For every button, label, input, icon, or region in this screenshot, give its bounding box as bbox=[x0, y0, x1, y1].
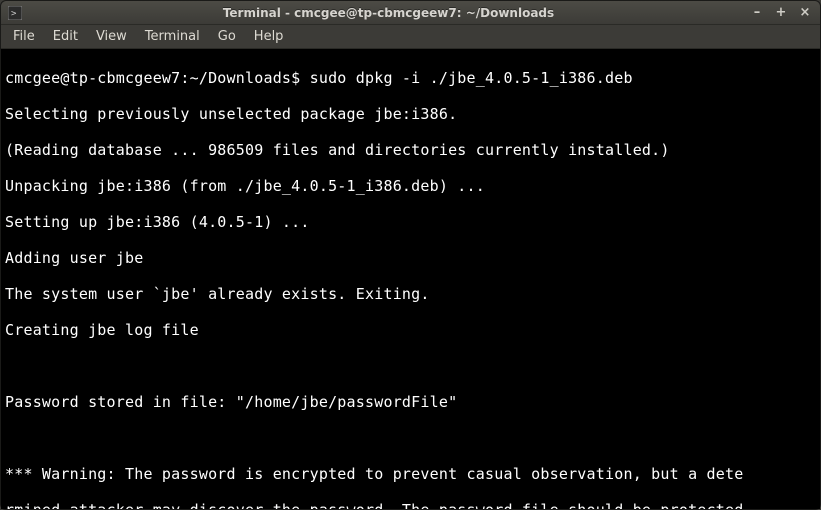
window-controls: – + × bbox=[748, 5, 814, 21]
menu-view[interactable]: View bbox=[88, 27, 135, 46]
terminal-line: cmcgee@tp-cbmcgeew7:~/Downloads$ sudo dp… bbox=[5, 69, 816, 87]
menu-file[interactable]: File bbox=[5, 27, 43, 46]
terminal-line: Adding user jbe bbox=[5, 249, 816, 267]
menu-go[interactable]: Go bbox=[210, 27, 244, 46]
terminal-app-icon: > bbox=[7, 5, 23, 21]
terminal-line: Creating jbe log file bbox=[5, 321, 816, 339]
terminal-line: Setting up jbe:i386 (4.0.5-1) ... bbox=[5, 213, 816, 231]
menu-help[interactable]: Help bbox=[246, 27, 292, 46]
menubar: File Edit View Terminal Go Help bbox=[1, 25, 820, 49]
terminal-line: Selecting previously unselected package … bbox=[5, 105, 816, 123]
terminal-line: *** Warning: The password is encrypted t… bbox=[5, 465, 816, 483]
terminal-line: Password stored in file: "/home/jbe/pass… bbox=[5, 393, 816, 411]
minimize-button[interactable]: – bbox=[748, 5, 766, 21]
terminal-line: The system user `jbe' already exists. Ex… bbox=[5, 285, 816, 303]
terminal-line: rmined attacker may discover the passwor… bbox=[5, 501, 816, 509]
maximize-button[interactable]: + bbox=[772, 5, 790, 21]
terminal-line: (Reading database ... 986509 files and d… bbox=[5, 141, 816, 159]
window-title: Terminal - cmcgee@tp-cbmcgeew7: ~/Downlo… bbox=[29, 6, 748, 20]
terminal-line: Unpacking jbe:i386 (from ./jbe_4.0.5-1_i… bbox=[5, 177, 816, 195]
terminal-output[interactable]: cmcgee@tp-cbmcgeew7:~/Downloads$ sudo dp… bbox=[1, 49, 820, 509]
svg-text:>: > bbox=[11, 9, 17, 19]
menu-edit[interactable]: Edit bbox=[45, 27, 86, 46]
menu-terminal[interactable]: Terminal bbox=[137, 27, 208, 46]
close-button[interactable]: × bbox=[796, 5, 814, 21]
titlebar: > Terminal - cmcgee@tp-cbmcgeew7: ~/Down… bbox=[1, 1, 820, 25]
